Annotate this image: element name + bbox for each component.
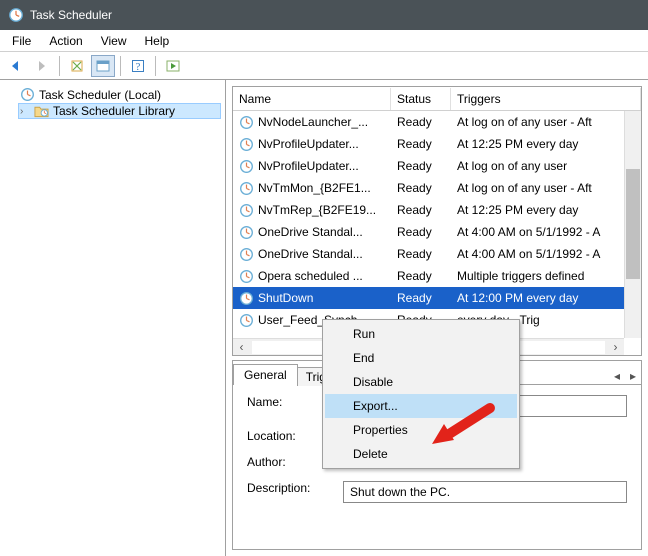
toolbar-divider bbox=[59, 56, 60, 76]
task-name-cell: NvTmMon_{B2FE1... bbox=[233, 181, 391, 196]
task-triggers-cell: At log on of any user - Aft bbox=[451, 115, 641, 129]
label-description: Description: bbox=[247, 481, 337, 503]
toolbar-view-button[interactable] bbox=[91, 55, 115, 77]
task-row[interactable]: ShutDownReadyAt 12:00 PM every day bbox=[233, 287, 641, 309]
task-status-cell: Ready bbox=[391, 247, 451, 261]
task-name-cell: OneDrive Standal... bbox=[233, 247, 391, 262]
folder-clock-icon bbox=[34, 104, 49, 118]
task-row[interactable]: OneDrive Standal...ReadyAt 4:00 AM on 5/… bbox=[233, 221, 641, 243]
toolbar: ? bbox=[0, 52, 648, 80]
app-icon bbox=[8, 7, 24, 23]
tree-pane: Task Scheduler (Local) › Task Scheduler … bbox=[0, 80, 226, 556]
task-triggers-cell: At log on of any user - Aft bbox=[451, 181, 641, 195]
task-triggers-cell: At 12:25 PM every day bbox=[451, 137, 641, 151]
clock-icon bbox=[20, 87, 35, 102]
titlebar: Task Scheduler bbox=[0, 0, 648, 30]
task-name-cell: ShutDown bbox=[233, 291, 391, 306]
tree-library[interactable]: › Task Scheduler Library bbox=[18, 103, 221, 119]
scroll-thumb[interactable] bbox=[626, 169, 640, 279]
svg-text:?: ? bbox=[136, 61, 141, 73]
task-triggers-cell: Multiple triggers defined bbox=[451, 269, 641, 283]
toolbar-divider bbox=[120, 56, 121, 76]
task-list: Name Status Triggers NvNodeLauncher_...R… bbox=[232, 86, 642, 356]
nav-forward-button[interactable] bbox=[30, 55, 54, 77]
task-name-cell: NvProfileUpdater... bbox=[233, 137, 391, 152]
task-status-cell: Ready bbox=[391, 225, 451, 239]
task-row[interactable]: NvTmRep_{B2FE19...ReadyAt 12:25 PM every… bbox=[233, 199, 641, 221]
menubar: File Action View Help bbox=[0, 30, 648, 52]
ctx-export[interactable]: Export... bbox=[325, 394, 517, 418]
toolbar-divider bbox=[155, 56, 156, 76]
column-triggers[interactable]: Triggers bbox=[451, 88, 641, 110]
task-status-cell: Ready bbox=[391, 137, 451, 151]
toolbar-refresh-button[interactable] bbox=[65, 55, 89, 77]
main-area: Task Scheduler (Local) › Task Scheduler … bbox=[0, 80, 648, 556]
task-row[interactable]: NvProfileUpdater...ReadyAt 12:25 PM ever… bbox=[233, 133, 641, 155]
menu-help[interactable]: Help bbox=[137, 32, 178, 50]
tree-library-label: Task Scheduler Library bbox=[53, 104, 175, 118]
task-name-cell: NvProfileUpdater... bbox=[233, 159, 391, 174]
menu-file[interactable]: File bbox=[4, 32, 39, 50]
task-row[interactable]: OneDrive Standal...ReadyAt 4:00 AM on 5/… bbox=[233, 243, 641, 265]
toolbar-help-button[interactable]: ? bbox=[126, 55, 150, 77]
task-name-cell: Opera scheduled ... bbox=[233, 269, 391, 284]
task-name-cell: NvNodeLauncher_... bbox=[233, 115, 391, 130]
menu-view[interactable]: View bbox=[93, 32, 135, 50]
ctx-properties[interactable]: Properties bbox=[325, 418, 517, 442]
task-status-cell: Ready bbox=[391, 291, 451, 305]
right-pane: Name Status Triggers NvNodeLauncher_...R… bbox=[226, 80, 648, 556]
caret-right-icon: › bbox=[20, 106, 30, 117]
task-triggers-cell: At 12:25 PM every day bbox=[451, 203, 641, 217]
task-row[interactable]: Opera scheduled ...ReadyMultiple trigger… bbox=[233, 265, 641, 287]
ctx-disable[interactable]: Disable bbox=[325, 370, 517, 394]
field-description[interactable] bbox=[343, 481, 627, 503]
tab-general[interactable]: General bbox=[233, 364, 298, 385]
column-status[interactable]: Status bbox=[391, 88, 451, 110]
menu-action[interactable]: Action bbox=[41, 32, 90, 50]
task-triggers-cell: At 4:00 AM on 5/1/1992 - A bbox=[451, 247, 641, 261]
task-status-cell: Ready bbox=[391, 159, 451, 173]
task-row[interactable]: NvNodeLauncher_...ReadyAt log on of any … bbox=[233, 111, 641, 133]
toolbar-run-button[interactable] bbox=[161, 55, 185, 77]
ctx-delete[interactable]: Delete bbox=[325, 442, 517, 466]
task-triggers-cell: At log on of any user bbox=[451, 159, 641, 173]
nav-back-button[interactable] bbox=[4, 55, 28, 77]
task-status-cell: Ready bbox=[391, 115, 451, 129]
tab-scroll-right-icon[interactable]: ▸ bbox=[625, 368, 641, 384]
list-header: Name Status Triggers bbox=[233, 87, 641, 111]
tree-root[interactable]: Task Scheduler (Local) bbox=[4, 86, 221, 103]
task-status-cell: Ready bbox=[391, 269, 451, 283]
scroll-left-icon[interactable]: ‹ bbox=[233, 339, 250, 356]
task-triggers-cell: At 4:00 AM on 5/1/1992 - A bbox=[451, 225, 641, 239]
ctx-end[interactable]: End bbox=[325, 346, 517, 370]
window-title: Task Scheduler bbox=[30, 8, 112, 22]
tree-root-label: Task Scheduler (Local) bbox=[39, 88, 161, 102]
task-row[interactable]: NvProfileUpdater...ReadyAt log on of any… bbox=[233, 155, 641, 177]
task-status-cell: Ready bbox=[391, 203, 451, 217]
task-status-cell: Ready bbox=[391, 181, 451, 195]
tab-scroll-left-icon[interactable]: ◂ bbox=[609, 368, 625, 384]
ctx-run[interactable]: Run bbox=[325, 322, 517, 346]
task-triggers-cell: At 12:00 PM every day bbox=[451, 291, 641, 305]
scroll-right-icon[interactable]: › bbox=[607, 339, 624, 356]
tab-nav: ◂ ▸ bbox=[609, 368, 641, 384]
column-name[interactable]: Name bbox=[233, 88, 391, 110]
task-name-cell: OneDrive Standal... bbox=[233, 225, 391, 240]
task-name-cell: NvTmRep_{B2FE19... bbox=[233, 203, 391, 218]
vertical-scrollbar[interactable] bbox=[624, 111, 641, 338]
task-row[interactable]: NvTmMon_{B2FE1...ReadyAt log on of any u… bbox=[233, 177, 641, 199]
context-menu: Run End Disable Export... Properties Del… bbox=[322, 319, 520, 469]
